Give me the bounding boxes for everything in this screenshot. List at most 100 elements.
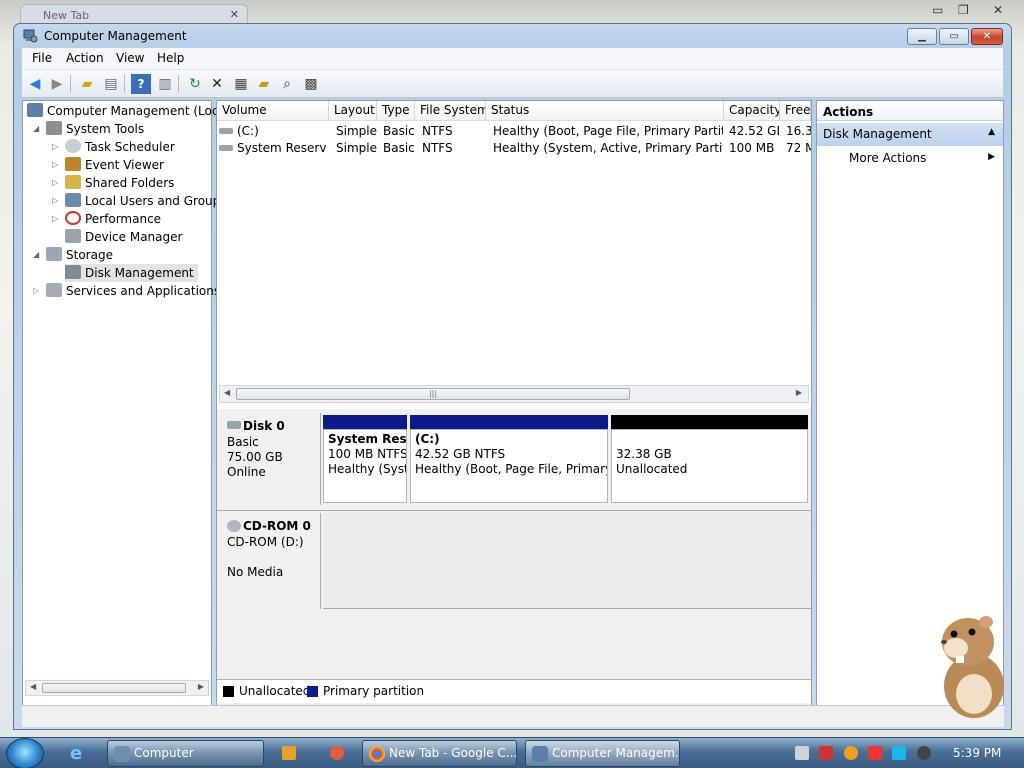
scroll-right-icon[interactable]: ▶ (198, 682, 204, 691)
scrollbar-thumb[interactable] (42, 683, 186, 693)
taskbar-new-tab[interactable]: New Tab - Google C... (362, 740, 517, 767)
show-hide-tree-icon[interactable]: ▤ (101, 74, 121, 94)
tree-storage[interactable]: Storage (46, 246, 113, 264)
help-topics-icon[interactable]: ▩ (301, 74, 321, 94)
restore-icon[interactable]: ❐ (958, 3, 969, 17)
back-arrow-icon[interactable]: ◀ (25, 74, 45, 94)
tree-device-manager[interactable]: Device Manager (65, 228, 182, 246)
help-icon[interactable]: ? (131, 74, 151, 94)
volume-horizontal-scrollbar[interactable]: ◀ ||| ▶ (219, 385, 809, 403)
scrollbar-thumb[interactable]: ||| (236, 388, 630, 400)
media-player-icon[interactable] (282, 746, 296, 760)
menu-help[interactable]: Help (157, 51, 184, 65)
network-icon[interactable] (795, 746, 809, 760)
cell-text: (C:) (237, 124, 259, 138)
column-status[interactable]: Status (486, 101, 724, 120)
close-icon[interactable]: ✕ (993, 3, 1003, 17)
show-hide-action-pane-icon[interactable]: ▥ (155, 74, 175, 94)
system-tools-icon (46, 121, 62, 135)
tree-services-applications[interactable]: Services and Applications (46, 282, 220, 300)
clock[interactable]: 5:39 PM (953, 746, 1001, 760)
partition-system-reserved[interactable]: System Rese 100 MB NTFS Healthy (Syste (323, 429, 407, 503)
properties-icon[interactable]: ▦ (231, 74, 251, 94)
collapsed-arrow-icon[interactable]: ▷ (33, 286, 39, 295)
column-type[interactable]: Type (377, 101, 415, 120)
up-folder-icon[interactable]: ▰ (77, 74, 97, 94)
collapsed-arrow-icon[interactable]: ▷ (52, 196, 58, 205)
actions-section-disk-management[interactable]: Disk Management ▲ (817, 123, 1003, 146)
start-button[interactable] (6, 738, 44, 768)
minimize-button[interactable]: ▁ (907, 28, 937, 45)
flag-icon[interactable] (868, 746, 882, 760)
close-icon[interactable]: ✕ (230, 8, 239, 21)
maximize-button[interactable]: ▭ (939, 28, 969, 45)
toolbar: ◀ ▶ ▰ ▤ ? ▥ ↻ ✕ ▦ ▰ ⌕ ▩ (22, 70, 1003, 98)
collapsed-arrow-icon[interactable]: ▷ (52, 178, 58, 187)
taskbar-computer[interactable]: Computer (107, 740, 264, 767)
cell-free: 16.3 (786, 124, 811, 138)
tree-shared-folders[interactable]: Shared Folders (65, 174, 174, 192)
column-capacity[interactable]: Capacity (724, 101, 780, 120)
menu-file[interactable]: File (32, 51, 52, 65)
console-tree: Computer Management (Local ◢ System Tool… (22, 100, 229, 726)
drive-icon (219, 128, 233, 134)
open-icon[interactable]: ▰ (254, 74, 274, 94)
toolbar-separator (70, 75, 71, 93)
display-icon[interactable] (892, 746, 906, 760)
security-icon[interactable] (819, 746, 833, 760)
scroll-left-icon[interactable]: ◀ (224, 388, 230, 397)
partition-c-drive[interactable]: (C:) 42.52 GB NTFS Healthy (Boot, Page F… (410, 429, 608, 503)
device-manager-icon (65, 229, 81, 243)
close-button[interactable]: ✕ (971, 28, 1003, 45)
more-actions-item[interactable]: More Actions ▶ (817, 147, 1003, 169)
delete-icon[interactable]: ✕ (207, 74, 227, 94)
tree-horizontal-scrollbar[interactable]: ◀ ▶ (25, 680, 209, 696)
toolbar-separator (178, 75, 179, 93)
app-icon[interactable] (330, 746, 344, 760)
expanded-arrow-icon[interactable]: ◢ (33, 124, 39, 133)
actions-header: Actions (817, 101, 1003, 121)
expanded-arrow-icon[interactable]: ◢ (33, 250, 39, 259)
column-file-system[interactable]: File System (415, 101, 486, 120)
forward-arrow-icon[interactable]: ▶ (47, 74, 67, 94)
scroll-right-icon[interactable]: ▶ (796, 388, 802, 397)
search-icon[interactable]: ⌕ (277, 74, 297, 94)
column-layout[interactable]: Layout (329, 101, 377, 120)
cell-volume: (C:) (219, 123, 327, 140)
volume-icon[interactable] (917, 746, 931, 760)
cdrom0-header[interactable]: CD-ROM 0 CD-ROM (D:) No Media (217, 513, 321, 609)
menu-action[interactable]: Action (66, 51, 104, 65)
collapsed-arrow-icon[interactable]: ▷ (52, 160, 58, 169)
tree-event-viewer[interactable]: Event Viewer (65, 156, 164, 174)
actions-section-label: Disk Management (823, 127, 932, 141)
collapsed-arrow-icon[interactable]: ▷ (52, 142, 58, 151)
column-free[interactable]: Free (780, 101, 811, 120)
computer-management-icon (532, 746, 548, 762)
refresh-icon[interactable]: ↻ (185, 74, 205, 94)
tree-performance[interactable]: Performance (65, 210, 161, 228)
cdrom0-area[interactable] (323, 513, 811, 609)
cell-type: Basic (383, 124, 415, 138)
tree-system-tools[interactable]: System Tools (46, 120, 144, 138)
partition-unallocated[interactable]: 32.38 GB Unallocated (611, 429, 808, 503)
collapse-up-icon[interactable]: ▲ (988, 127, 995, 137)
search-icon[interactable] (844, 746, 858, 760)
tree-local-users[interactable]: Local Users and Groups (65, 192, 227, 210)
internet-explorer-icon[interactable]: e (70, 743, 82, 764)
title-bar[interactable]: Computer Management ▁ ▭ ✕ (14, 24, 1011, 48)
cell-status: Healthy (System, Active, Primary Partiti… (493, 141, 723, 155)
tree-label: System Tools (66, 122, 145, 136)
minimize-icon[interactable]: ▭ (932, 3, 943, 17)
partition-size: 42.52 GB NTFS (415, 447, 506, 461)
menu-view[interactable]: View (116, 51, 144, 65)
column-volume[interactable]: Volume (217, 101, 329, 120)
tree-task-scheduler[interactable]: Task Scheduler (65, 138, 175, 156)
disk0-header[interactable]: Disk 0 Basic 75.00 GB Online (217, 413, 321, 505)
taskbar-computer-management[interactable]: Computer Managem... (525, 740, 680, 767)
primary-swatch (307, 686, 318, 697)
tree-root[interactable]: Computer Management (Local (27, 102, 229, 120)
legend-unallocated: Unallocated (239, 684, 311, 698)
scroll-left-icon[interactable]: ◀ (30, 682, 36, 691)
collapsed-arrow-icon[interactable]: ▷ (52, 214, 58, 223)
tree-disk-management[interactable]: Disk Management (65, 264, 198, 282)
